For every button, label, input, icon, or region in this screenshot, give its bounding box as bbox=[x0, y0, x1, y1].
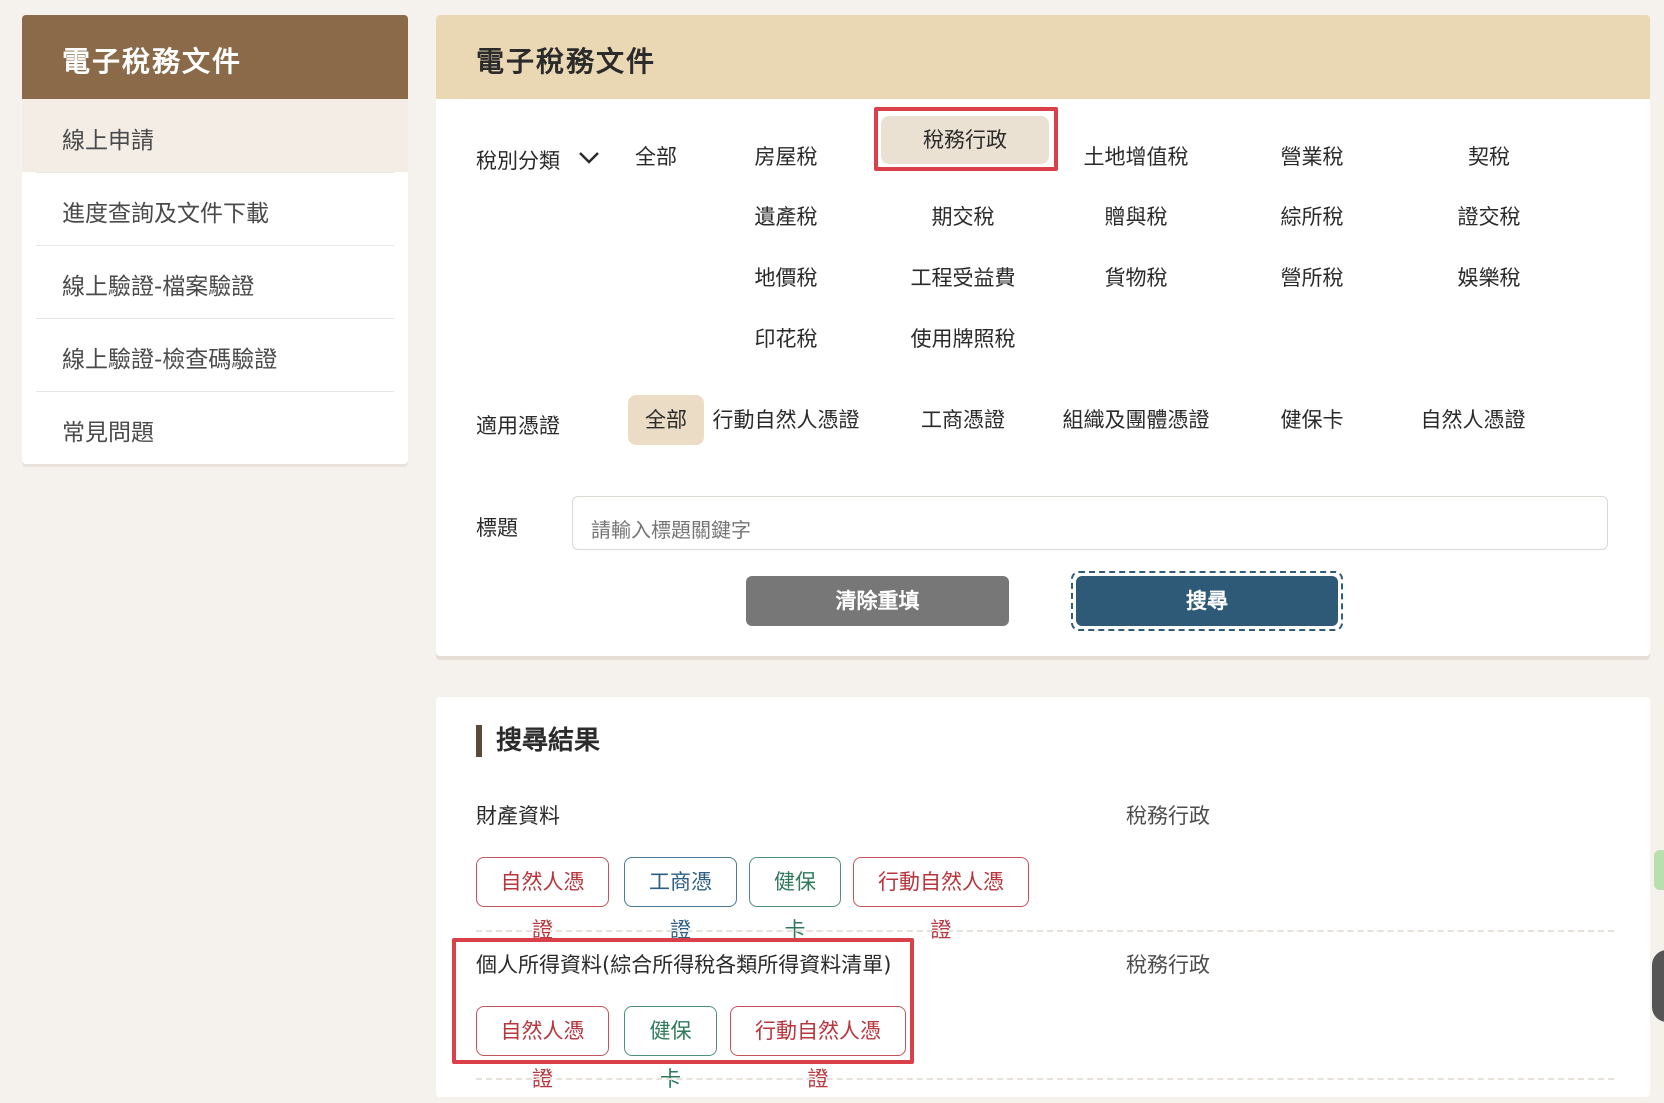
results-panel: 搜尋結果 財產資料 稅務行政 自然人憑證 工商憑證 健保卡 行動自然人憑證 個人… bbox=[436, 697, 1650, 1097]
tax-option[interactable]: 娛樂稅 bbox=[1429, 263, 1549, 293]
tax-option[interactable]: 使用牌照稅 bbox=[903, 324, 1023, 354]
tax-category-label: 稅別分類 bbox=[476, 149, 560, 173]
result-category: 稅務行政 bbox=[1126, 804, 1210, 828]
tax-option[interactable]: 土地增值稅 bbox=[1076, 142, 1196, 172]
cert-option[interactable]: 健保卡 bbox=[1252, 405, 1372, 435]
tax-option[interactable]: 綜所稅 bbox=[1252, 202, 1372, 232]
title-label: 標題 bbox=[476, 516, 518, 540]
sidebar-item-progress-download[interactable]: 進度查詢及文件下載 bbox=[22, 172, 408, 245]
tax-option[interactable]: 期交稅 bbox=[903, 202, 1023, 232]
result-tag[interactable]: 行動自然人憑證 bbox=[853, 857, 1029, 942]
tax-option[interactable]: 營所稅 bbox=[1252, 263, 1372, 293]
result-title[interactable]: 個人所得資料(綜合所得稅各類所得資料清單) bbox=[476, 949, 891, 979]
cert-option[interactable]: 行動自然人憑證 bbox=[706, 405, 866, 435]
tax-option-selected[interactable]: 稅務行政 bbox=[881, 116, 1049, 164]
result-tag[interactable]: 工商憑證 bbox=[624, 857, 737, 942]
tax-option[interactable]: 地價稅 bbox=[726, 263, 846, 293]
results-heading: 搜尋結果 bbox=[476, 725, 600, 757]
divider bbox=[476, 930, 1614, 932]
result-tag[interactable]: 自然人憑證 bbox=[476, 1006, 609, 1091]
divider bbox=[476, 1078, 1614, 1080]
sidebar-title: 電子稅務文件 bbox=[22, 15, 408, 99]
sidebar-item-code-verify[interactable]: 線上驗證-檢查碼驗證 bbox=[22, 318, 408, 391]
result-tag[interactable]: 健保卡 bbox=[624, 1006, 717, 1091]
tax-option[interactable]: 印花稅 bbox=[726, 324, 846, 354]
tax-option[interactable]: 契稅 bbox=[1429, 142, 1549, 172]
sidebar-item-faq[interactable]: 常見問題 bbox=[22, 391, 408, 464]
result-category: 稅務行政 bbox=[1126, 953, 1210, 977]
cert-option[interactable]: 組織及團體憑證 bbox=[1056, 405, 1216, 435]
floating-button[interactable] bbox=[1652, 950, 1664, 1022]
sidebar-item-online-apply[interactable]: 線上申請 bbox=[22, 99, 408, 172]
result-tag[interactable]: 行動自然人憑證 bbox=[730, 1006, 906, 1091]
result-title[interactable]: 財產資料 bbox=[476, 800, 560, 830]
filter-panel: 電子稅務文件 稅別分類 全部 房屋稅 稅務行政 土地增值稅 營業稅 契稅 遺產稅… bbox=[436, 15, 1650, 656]
cert-option[interactable]: 自然人憑證 bbox=[1403, 405, 1543, 435]
result-tag[interactable]: 健保卡 bbox=[749, 857, 841, 942]
sidebar: 電子稅務文件 線上申請 進度查詢及文件下載 線上驗證-檔案驗證 線上驗證-檢查碼… bbox=[22, 15, 408, 464]
tax-option[interactable]: 贈與稅 bbox=[1076, 202, 1196, 232]
cert-option-selected[interactable]: 全部 bbox=[628, 395, 704, 445]
tax-option-all[interactable]: 全部 bbox=[596, 142, 716, 172]
result-tag[interactable]: 自然人憑證 bbox=[476, 857, 609, 942]
title-search-input[interactable] bbox=[572, 496, 1608, 550]
tax-option[interactable]: 貨物稅 bbox=[1076, 263, 1196, 293]
sidebar-item-file-verify[interactable]: 線上驗證-檔案驗證 bbox=[22, 245, 408, 318]
leaf-decoration bbox=[1654, 850, 1664, 890]
tax-option[interactable]: 房屋稅 bbox=[726, 142, 846, 172]
tax-option[interactable]: 證交稅 bbox=[1429, 202, 1549, 232]
cert-option[interactable]: 工商憑證 bbox=[903, 405, 1023, 435]
clear-button[interactable]: 清除重填 bbox=[746, 576, 1009, 626]
page-title: 電子稅務文件 bbox=[436, 15, 1650, 99]
tax-option[interactable]: 工程受益費 bbox=[903, 263, 1023, 293]
certificate-label: 適用憑證 bbox=[476, 414, 560, 438]
search-button-focus-ring: 搜尋 bbox=[1071, 571, 1343, 631]
tax-option[interactable]: 營業稅 bbox=[1252, 142, 1372, 172]
search-button[interactable]: 搜尋 bbox=[1076, 576, 1338, 626]
tax-option[interactable]: 遺產稅 bbox=[726, 202, 846, 232]
